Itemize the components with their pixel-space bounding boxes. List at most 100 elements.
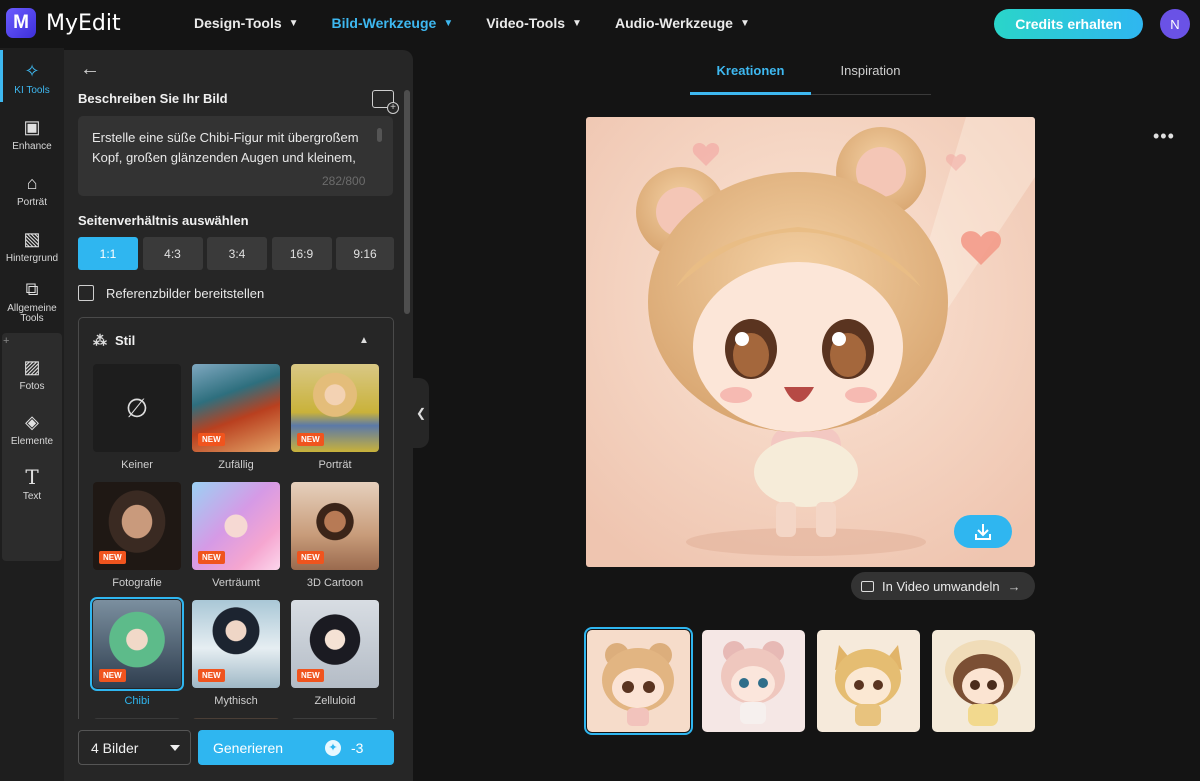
main-nav: Design-Tools ▼ Bild-Werkzeuge ▼ Video-Tool… <box>194 15 783 31</box>
result-thumbnail-3[interactable] <box>817 630 920 732</box>
new-badge: NEW <box>99 669 126 682</box>
rail-item-photos[interactable]: ▨ Fotos <box>0 356 64 392</box>
general-tools-icon: ⧉ <box>25 279 39 299</box>
prompt-scrollbar[interactable] <box>377 128 382 142</box>
reference-label: Referenzbilder bereitstellen <box>106 285 265 301</box>
style-thumbnail: NEW <box>291 482 379 570</box>
tab-kreationen[interactable]: Kreationen <box>690 58 811 95</box>
app-name: MyEdit <box>46 10 121 36</box>
nav-label: Audio-Werkzeuge <box>614 15 733 31</box>
rail-item-label: Elemente <box>10 436 54 447</box>
avatar[interactable]: N <box>1160 9 1190 39</box>
plus-icon[interactable]: + <box>3 335 9 347</box>
prompt-char-count: 282/800 <box>322 174 366 188</box>
style-tile-zufaellig[interactable]: NEW Zufällig <box>192 364 280 471</box>
new-badge: NEW <box>198 669 225 682</box>
nav-video-tools[interactable]: Video-Tools ▼ <box>486 15 582 31</box>
style-thumbnail: ∅ <box>93 364 181 452</box>
image-count-select[interactable]: 4 Bilder <box>78 730 191 765</box>
style-tile-vertraeumt[interactable]: NEW Verträumt <box>192 482 280 589</box>
arrow-right-icon: → <box>1007 578 1021 594</box>
magic-wand-icon: ⁂ <box>93 332 107 348</box>
new-badge: NEW <box>297 433 324 446</box>
reference-checkbox[interactable] <box>78 285 94 301</box>
panel-scrollbar[interactable] <box>404 90 410 314</box>
tool-rail: + ✧ KI Tools ▣ Enhance ⌂ Porträt ▧ Hinte… <box>0 48 64 781</box>
rail-item-text[interactable]: T Text <box>0 466 64 502</box>
more-options-icon[interactable]: ••• <box>1153 126 1175 147</box>
rail-item-label: Fotos <box>19 381 45 392</box>
new-badge: NEW <box>99 551 126 564</box>
nav-design-tools[interactable]: Design-Tools ▼ <box>194 15 299 31</box>
enhance-icon: ▣ <box>23 117 41 137</box>
style-tile-portraet[interactable]: NEW Porträt <box>291 364 379 471</box>
rail-item-elements[interactable]: ◈ Elemente <box>0 411 64 447</box>
rail-item-general-tools[interactable]: ⧉ Allgemeine Tools <box>0 278 64 324</box>
ratio-3-4-button[interactable]: 3:4 <box>207 237 267 270</box>
style-label: Zufällig <box>218 459 254 471</box>
style-title: Stil <box>115 333 136 348</box>
style-thumbnail: NEW <box>93 482 181 570</box>
chevron-down-icon: ▼ <box>572 17 582 29</box>
rail-item-portrait[interactable]: ⌂ Porträt <box>0 172 64 208</box>
image-count-value: 4 Bilder <box>91 739 139 756</box>
style-label: Fotografie <box>112 577 162 589</box>
style-tile-keiner[interactable]: ∅ Keiner <box>93 364 181 471</box>
rail-item-label: Enhance <box>12 141 52 152</box>
result-thumbnail-4[interactable] <box>932 630 1035 732</box>
rail-item-label: Text <box>22 491 42 502</box>
style-tile-chibi[interactable]: NEW Chibi <box>90 597 184 707</box>
text-icon: T <box>25 465 39 489</box>
style-tile-mythisch[interactable]: NEW Mythisch <box>192 600 280 707</box>
ratio-title: Seitenverhältnis auswählen <box>78 213 249 228</box>
collapse-panel-handle[interactable]: ❮ <box>413 378 429 448</box>
style-tile-zelluloid[interactable]: NEW Zelluloid <box>291 600 379 707</box>
reference-images-row[interactable]: Referenzbilder bereitstellen <box>78 285 264 301</box>
convert-to-video-label: In Video umwandeln <box>882 578 1000 594</box>
generated-image[interactable] <box>586 117 1035 567</box>
tab-inspiration[interactable]: Inspiration <box>810 58 931 95</box>
app-logo[interactable]: M MyEdit <box>6 8 121 38</box>
rail-item-ki-tools[interactable]: ✧ KI Tools <box>0 60 64 96</box>
magic-wand-icon: ✧ <box>24 61 40 81</box>
style-header[interactable]: ⁂ Stil <box>93 332 135 349</box>
thumbnail-image <box>932 630 1035 732</box>
generate-button[interactable]: Generieren ✦ -3 <box>198 730 394 765</box>
credit-icon: ✦ <box>325 740 341 756</box>
thumbnail-image <box>702 630 805 732</box>
thumbnail-image <box>587 630 690 732</box>
result-thumbnail-1[interactable] <box>584 627 693 735</box>
convert-to-video-button[interactable]: In Video umwandeln → <box>851 572 1035 600</box>
rail-item-label: Allgemeine Tools <box>7 303 57 324</box>
ratio-1-1-button[interactable]: 1:1 <box>78 237 138 270</box>
photos-icon: ▨ <box>23 357 41 377</box>
style-label: Zelluloid <box>314 695 356 707</box>
style-tile-fotografie[interactable]: NEW Fotografie <box>93 482 181 589</box>
ratio-16-9-button[interactable]: 16:9 <box>271 237 332 270</box>
back-arrow-icon[interactable]: ← <box>80 58 100 81</box>
rail-item-background[interactable]: ▧ Hintergrund <box>0 228 64 264</box>
chevron-down-icon: ▼ <box>288 17 299 29</box>
download-button[interactable] <box>954 515 1012 548</box>
ratio-4-3-button[interactable]: 4:3 <box>142 237 203 270</box>
nav-audio-werkzeuge[interactable]: Audio-Werkzeuge ▼ <box>615 15 750 31</box>
style-thumbnail: NEW <box>192 364 280 452</box>
style-thumbnail: NEW <box>192 482 280 570</box>
new-badge: NEW <box>198 433 225 446</box>
style-thumbnail: NEW <box>192 600 280 688</box>
add-image-icon[interactable] <box>372 90 399 114</box>
style-label: Porträt <box>318 459 352 471</box>
download-icon <box>975 523 991 540</box>
nav-bild-werkzeuge[interactable]: Bild-Werkzeuge ▼ <box>332 15 454 31</box>
style-tile-3d-cartoon[interactable]: NEW 3D Cartoon <box>291 482 379 589</box>
get-credits-button[interactable]: Credits erhalten <box>994 9 1143 39</box>
chevron-up-icon[interactable]: ▲ <box>359 335 369 346</box>
generate-label: Generieren <box>213 740 284 756</box>
no-style-icon: ∅ <box>125 392 149 423</box>
rail-item-enhance[interactable]: ▣ Enhance <box>0 116 64 152</box>
ratio-9-16-button[interactable]: 9:16 <box>336 237 394 270</box>
result-thumbnail-2[interactable] <box>702 630 805 732</box>
chevron-down-icon: ▼ <box>739 17 750 29</box>
new-badge: NEW <box>297 669 324 682</box>
creations-tabs: Kreationen Inspiration <box>690 58 931 95</box>
